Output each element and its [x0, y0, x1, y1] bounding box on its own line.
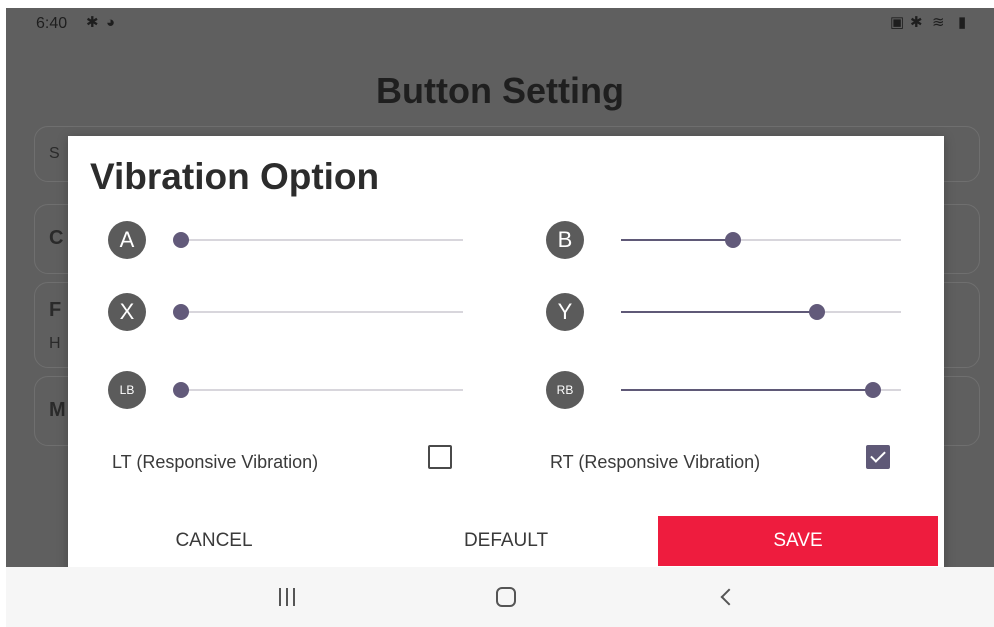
slider-fill: [621, 311, 817, 313]
slider-thumb[interactable]: [725, 232, 741, 248]
vibration-option-dialog: Vibration Option A B X Y LB RB LT (Respo…: [68, 136, 944, 574]
card-peek-text: S: [49, 145, 60, 162]
slider-thumb[interactable]: [865, 382, 881, 398]
lt-responsive-vibration-checkbox[interactable]: [428, 445, 452, 469]
navigation-bar: [6, 567, 994, 627]
status-bar: 6:40 ✱ ◕ ▣ ✱ ≋ ▮: [6, 8, 994, 40]
button-lb-badge: LB: [108, 371, 146, 409]
slider-track: [181, 311, 463, 313]
device-screen: 6:40 ✱ ◕ ▣ ✱ ≋ ▮ Button Setting S C F H …: [6, 8, 994, 627]
button-a-badge: A: [108, 221, 146, 259]
bluetooth-icon: ✱: [86, 14, 99, 31]
card-peek-text: C: [49, 227, 64, 249]
card-peek-text: F: [49, 299, 62, 321]
slider-track: [181, 239, 463, 241]
slider-thumb[interactable]: [173, 304, 189, 320]
cancel-button[interactable]: CANCEL: [68, 516, 360, 566]
default-button[interactable]: DEFAULT: [360, 516, 652, 566]
vibration-slider-y[interactable]: [621, 301, 901, 323]
slider-thumb[interactable]: [809, 304, 825, 320]
save-button[interactable]: SAVE: [658, 516, 938, 566]
card-peek-text: H: [49, 335, 61, 352]
app-notification-icon: ◕: [106, 14, 116, 31]
slider-track: [181, 389, 463, 391]
battery-saver-icon: ▣: [890, 14, 905, 31]
recent-apps-icon[interactable]: [257, 567, 317, 627]
slider-thumb[interactable]: [173, 382, 189, 398]
vibration-slider-b[interactable]: [621, 229, 901, 251]
card-peek-text: M: [49, 399, 66, 421]
wifi-icon: ≋: [932, 14, 945, 31]
home-icon[interactable]: [476, 567, 536, 627]
rt-responsive-vibration-label: RT (Responsive Vibration): [550, 452, 761, 472]
lt-responsive-vibration-label: LT (Responsive Vibration): [112, 452, 319, 472]
vibration-slider-rb[interactable]: [621, 379, 901, 401]
vibration-slider-lb[interactable]: [173, 379, 463, 401]
slider-fill: [621, 239, 733, 241]
dialog-title: Vibration Option: [90, 156, 380, 197]
battery-icon: ▮: [958, 14, 967, 31]
slider-fill: [621, 389, 873, 391]
button-x-badge: X: [108, 293, 146, 331]
button-rb-badge: RB: [546, 371, 584, 409]
vibration-slider-a[interactable]: [173, 229, 463, 251]
checkmark-icon: [870, 447, 886, 463]
slider-thumb[interactable]: [173, 232, 189, 248]
button-b-badge: B: [546, 221, 584, 259]
rt-responsive-vibration-checkbox[interactable]: [866, 445, 890, 469]
vibration-slider-x[interactable]: [173, 301, 463, 323]
status-time: 6:40: [36, 15, 68, 32]
page-title: Button Setting: [376, 70, 624, 111]
bluetooth-icon: ✱: [910, 14, 923, 31]
back-icon[interactable]: [696, 567, 756, 627]
button-y-badge: Y: [546, 293, 584, 331]
